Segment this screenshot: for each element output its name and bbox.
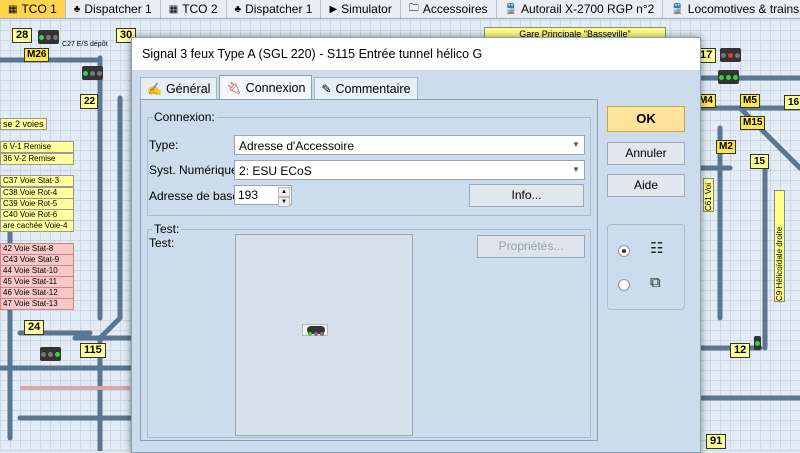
marker-label[interactable]: M2 xyxy=(716,140,736,154)
tab-connexion[interactable]: 🔌︎ Connexion xyxy=(219,75,313,100)
train-icon: 🚆 xyxy=(671,3,684,15)
app-tab-accessoires[interactable]: 🗀 Accessoires xyxy=(401,0,497,18)
block-number[interactable]: 24 xyxy=(24,320,45,335)
ok-button[interactable]: OK xyxy=(607,106,685,132)
app-tab-dispatcher-1[interactable]: ♣ Dispatcher 1 xyxy=(66,0,161,18)
dialog-title: Signal 3 feux Type A (SGL 220) - S115 En… xyxy=(132,38,700,70)
marker-label[interactable]: M15 xyxy=(740,116,766,130)
plug-icon: 🔌︎ xyxy=(226,81,242,95)
track-label: C37 Voie Stat-3 xyxy=(0,175,74,187)
connexion-tab-panel: Connexion: Type: Adresse d'Accessoire ▼ … xyxy=(140,99,598,441)
block-number[interactable]: 16 xyxy=(784,95,800,110)
block-number[interactable]: 12 xyxy=(730,343,751,358)
track-label: 36 V-2 Remise xyxy=(0,153,74,165)
signal-icon[interactable] xyxy=(40,347,61,361)
base-address-stepper[interactable]: 193 ▲ ▼ xyxy=(234,185,292,207)
track-label: C27 E/S dépôt xyxy=(62,41,108,48)
help-button[interactable]: Aide xyxy=(607,174,685,197)
test-label: Test: xyxy=(149,236,175,250)
test-group-label: Test: xyxy=(154,222,180,236)
train-icon: 🚆 xyxy=(504,3,517,15)
chevron-down-icon[interactable]: ▼ xyxy=(568,161,584,179)
track-label: C61 Voi xyxy=(703,178,714,212)
track-label: C9 Hélicoïdale droite xyxy=(774,190,785,302)
track-label: 47 Voie Stat-13 xyxy=(0,298,74,310)
track-label: are cachée Voie-4 xyxy=(0,220,74,232)
app-tab-bar: ▦ TCO 1 ♣ Dispatcher 1 ▦ TCO 2 ♣ Dispatcher … xyxy=(0,0,800,19)
increment-arrow-icon[interactable]: ▲ xyxy=(278,187,290,197)
block-number[interactable]: 28 xyxy=(12,28,33,43)
signal-properties-dialog: Signal 3 feux Type A (SGL 220) - S115 En… xyxy=(131,37,701,453)
track-label: 6 V-1 Remise xyxy=(0,141,74,153)
type-select[interactable]: Adresse d'Accessoire ▼ xyxy=(234,135,585,155)
cascade-view-icon: ⧉ xyxy=(650,274,661,291)
pencil-icon: ✎ xyxy=(321,82,332,96)
section-label: se 2 voies xyxy=(0,118,47,130)
signal-test-preview[interactable] xyxy=(235,234,413,436)
properties-button[interactable]: Propriétés... xyxy=(477,235,585,258)
connexion-group-label: Connexion: xyxy=(154,110,215,124)
signal-icon[interactable] xyxy=(82,66,103,80)
view-mode-group: ☷ ⧉ xyxy=(607,224,685,310)
system-label: Syst. Numérique xyxy=(149,163,238,177)
tco-icon: ▦ xyxy=(168,3,179,15)
tco-icon: ▦ xyxy=(8,3,18,15)
cancel-button[interactable]: Annuler xyxy=(607,142,685,165)
dispatcher-icon: ♣ xyxy=(234,3,242,15)
chevron-down-icon[interactable]: ▼ xyxy=(568,136,584,154)
signal-icon[interactable] xyxy=(754,336,761,350)
signal-icon[interactable] xyxy=(307,326,325,336)
app-tab-tco-1[interactable]: ▦ TCO 1 xyxy=(0,0,66,18)
list-view-icon: ☷ xyxy=(650,240,664,257)
dispatcher-icon: ♣ xyxy=(73,3,81,15)
digital-system-select[interactable]: 2: ESU ECoS ▼ xyxy=(234,160,585,180)
decrement-arrow-icon[interactable]: ▼ xyxy=(278,197,290,207)
signal-icon[interactable] xyxy=(720,48,741,62)
dialog-tab-bar: ✍ Général 🔌︎ Connexion ✎ Commentaire xyxy=(140,75,420,100)
info-button[interactable]: Info... xyxy=(469,184,584,207)
general-icon: ✍ xyxy=(147,82,162,96)
address-label: Adresse de base xyxy=(149,189,240,203)
app-tab-tco-2[interactable]: ▦ TCO 2 xyxy=(161,0,227,18)
marker-label[interactable]: M5 xyxy=(740,94,760,108)
block-number[interactable]: 115 xyxy=(80,343,106,358)
play-icon: ▶ xyxy=(329,3,338,15)
block-number[interactable]: 22 xyxy=(80,94,98,109)
view-mode-radio-list[interactable] xyxy=(618,245,630,257)
block-number[interactable]: 15 xyxy=(750,154,770,169)
app-tab-dispatcher-1b[interactable]: ♣ Dispatcher 1 xyxy=(227,0,322,18)
folder-icon: 🗀 xyxy=(408,2,419,14)
signal-icon[interactable] xyxy=(38,30,59,44)
app-tab-autorail[interactable]: 🚆 Autorail X-2700 RGP n°2 xyxy=(497,0,664,18)
tab-commentaire[interactable]: ✎ Commentaire xyxy=(314,77,418,100)
app-tab-locomotives[interactable]: 🚆 Locomotives & trains xyxy=(663,0,800,18)
signal-icon[interactable] xyxy=(718,70,739,84)
view-mode-radio-cascade[interactable] xyxy=(618,279,630,291)
marker-label[interactable]: M26 xyxy=(24,48,50,62)
app-tab-simulator[interactable]: ▶ Simulator xyxy=(321,0,401,18)
type-label: Type: xyxy=(149,138,179,152)
tab-general[interactable]: ✍ Général xyxy=(140,77,218,100)
block-number[interactable]: 91 xyxy=(706,434,727,449)
